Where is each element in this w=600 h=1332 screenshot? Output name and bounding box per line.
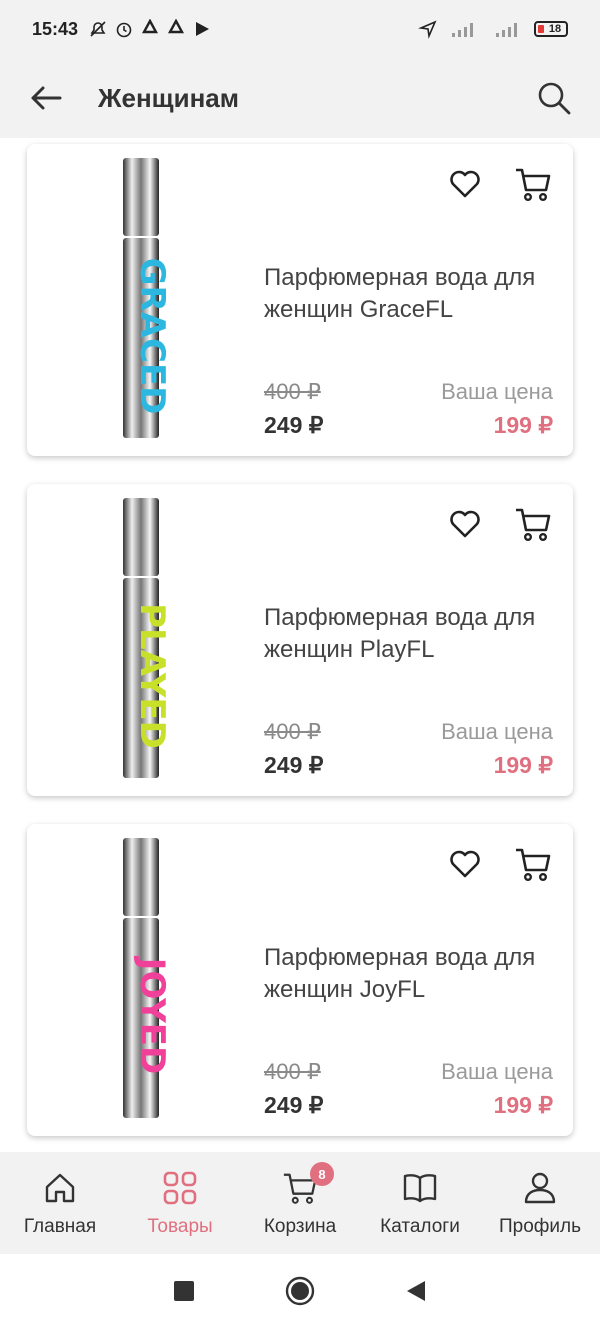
square-icon [174, 1280, 194, 1301]
your-price-label: Ваша цена [441, 379, 553, 404]
nav-label: Товары [147, 1216, 213, 1237]
heart-icon [450, 850, 480, 878]
nav-item-home[interactable]: Главная [0, 1152, 120, 1254]
sync-icon [166, 19, 186, 39]
your-price-label: Ваша цена [441, 719, 553, 744]
notification-icons [88, 19, 212, 39]
home-system-button[interactable] [285, 1276, 315, 1311]
bottle-brand-text: PLAYED [132, 603, 167, 749]
your-price: 199 ₽ [493, 1092, 553, 1118]
status-time: 15:43 [32, 18, 79, 39]
favorite-button[interactable] [447, 506, 483, 542]
cart-count-badge: 8 [310, 1162, 334, 1186]
nav-label: Корзина [263, 1216, 337, 1237]
book-icon [403, 1174, 437, 1203]
product-image: GRACED [123, 158, 167, 438]
home-icon [45, 1173, 75, 1203]
price: 249 ₽ [264, 1092, 324, 1118]
old-price: 400 ₽ [264, 379, 321, 404]
old-price: 400 ₽ [264, 1059, 321, 1084]
add-to-cart-button[interactable] [513, 844, 553, 884]
system-navigation-bar [0, 1254, 600, 1332]
add-to-cart-button[interactable] [513, 164, 553, 204]
product-name[interactable]: Парфюмерная вода для женщин GraceFL [264, 262, 569, 326]
product-image: JOYED [123, 838, 167, 1118]
your-price: 199 ₽ [493, 412, 553, 438]
add-to-cart-button[interactable] [513, 504, 553, 544]
product-card[interactable]: JOYED Парфюмерная вода для женщин JoyFL … [27, 824, 573, 1136]
signal-icon [448, 19, 484, 39]
cart-icon [516, 508, 551, 542]
heart-icon [450, 510, 480, 538]
your-price-label: Ваша цена [441, 1059, 553, 1084]
your-price: 199 ₽ [493, 752, 553, 778]
grid-icon [163, 1171, 197, 1205]
user-icon [524, 1172, 556, 1204]
favorite-button[interactable] [447, 846, 483, 882]
system-status-icons: 18 [418, 19, 568, 39]
nav-item-products[interactable]: Товары [120, 1152, 240, 1254]
heart-icon [450, 170, 480, 198]
back-system-button[interactable] [405, 1280, 427, 1307]
circle-icon [285, 1276, 315, 1305]
price: 249 ₽ [264, 752, 324, 778]
product-card[interactable]: PLAYED Парфюмерная вода для женщин PlayF… [27, 484, 573, 796]
sync-icon [140, 19, 160, 39]
bottle-brand-text: JOYED [132, 956, 167, 1074]
play-store-icon [192, 19, 212, 39]
product-name[interactable]: Парфюмерная вода для женщин JoyFL [264, 942, 569, 1006]
cart-icon [516, 168, 551, 202]
product-image: PLAYED [123, 498, 167, 778]
alarm-icon [114, 19, 134, 39]
app-header: Женщинам [0, 58, 600, 138]
product-name[interactable]: Парфюмерная вода для женщин PlayFL [264, 602, 569, 666]
bottom-navigation: Главная Товары 8 Корзина Каталоги Профил… [0, 1152, 600, 1254]
nav-label: Каталоги [380, 1216, 460, 1237]
signal-icon [494, 19, 524, 39]
search-button[interactable] [534, 78, 574, 118]
product-list[interactable]: GRACED Парфюмерная вода для женщин Grace… [0, 138, 600, 1152]
nav-item-profile[interactable]: Профиль [480, 1152, 600, 1254]
cart-icon [516, 848, 551, 882]
page-title: Женщинам [98, 82, 239, 113]
triangle-back-icon [407, 1280, 425, 1301]
muted-icon [88, 19, 108, 39]
old-price: 400 ₽ [264, 719, 321, 744]
nav-label: Профиль [498, 1216, 582, 1237]
recents-button[interactable] [173, 1280, 195, 1307]
nav-item-catalogs[interactable]: Каталоги [360, 1152, 480, 1254]
price: 249 ₽ [264, 412, 324, 438]
back-button[interactable] [26, 78, 66, 118]
arrow-left-icon [31, 86, 62, 110]
nav-item-cart[interactable]: 8 Корзина [240, 1152, 360, 1254]
status-bar: 15:43 18 [0, 0, 600, 58]
bottle-brand-text: GRACED [132, 258, 167, 415]
product-card[interactable]: GRACED Парфюмерная вода для женщин Grace… [27, 144, 573, 456]
nav-label: Главная [23, 1216, 97, 1237]
search-icon [538, 82, 571, 115]
location-icon [418, 19, 438, 39]
favorite-button[interactable] [447, 166, 483, 202]
battery-icon: 18 [534, 21, 568, 37]
